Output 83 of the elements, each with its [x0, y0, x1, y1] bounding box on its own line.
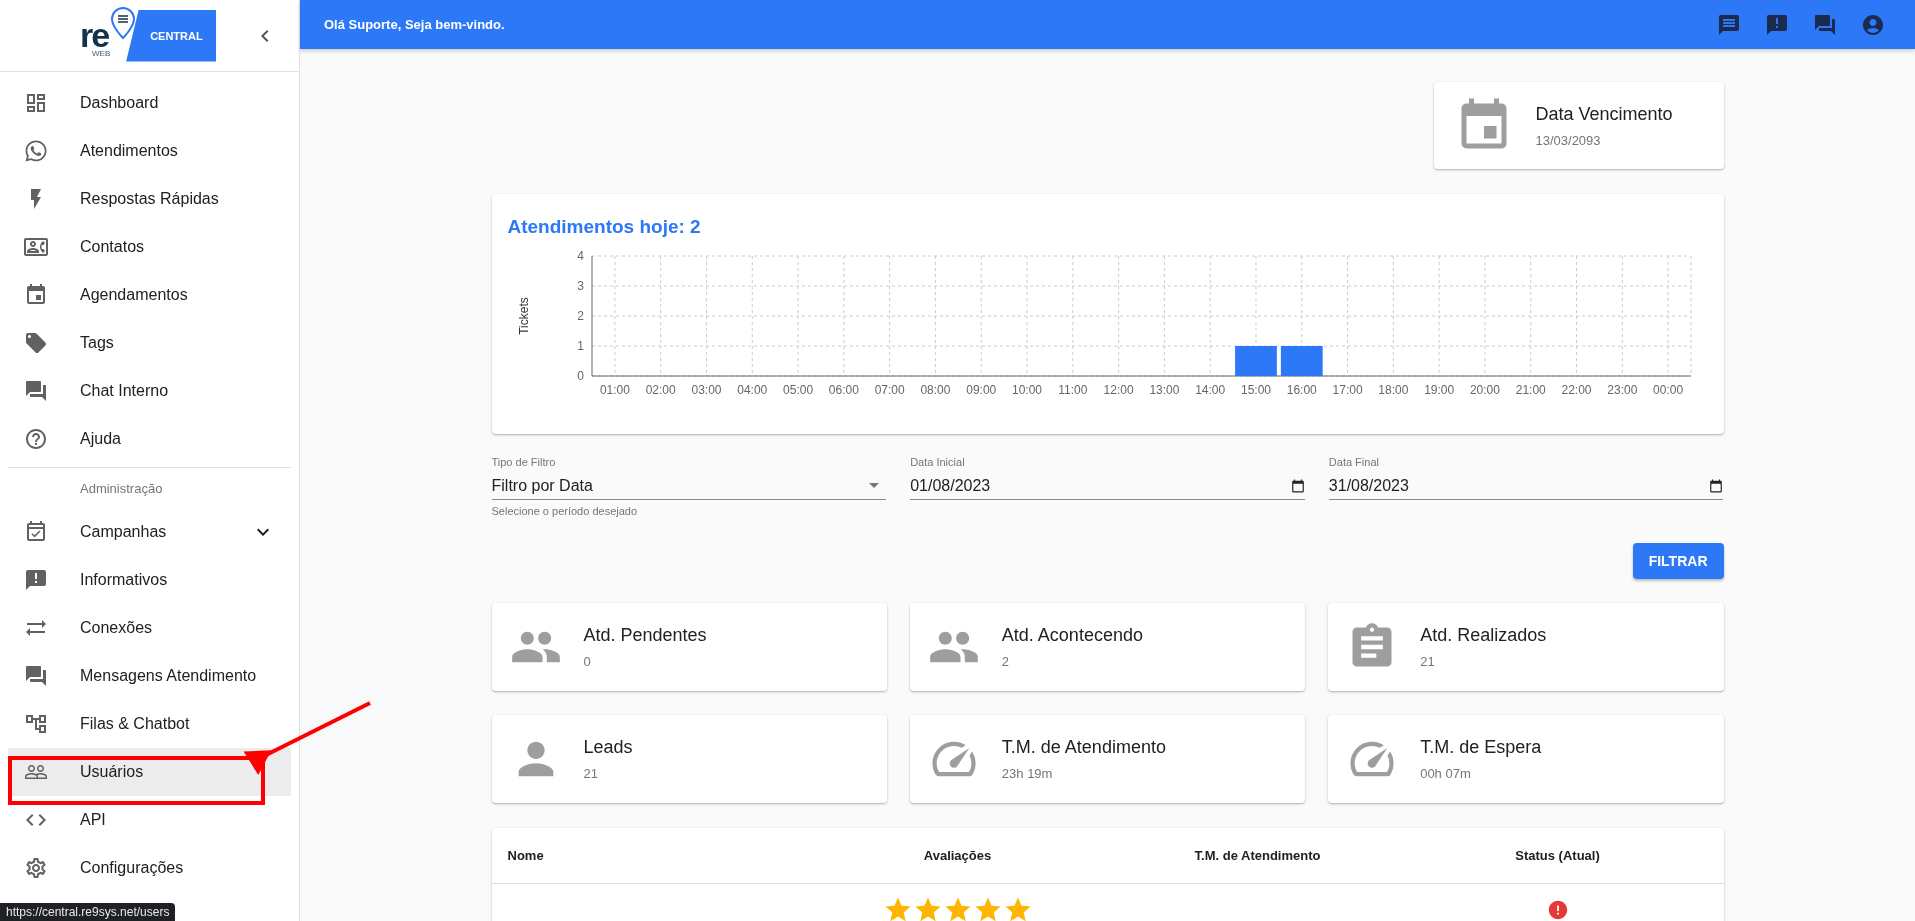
field-label: Tipo de Filtro	[491, 456, 557, 468]
exclamation-message-icon	[24, 568, 48, 592]
x-tick-label: 19:00	[1423, 383, 1454, 397]
filter-type-select[interactable]: Filtro por Data	[491, 472, 887, 500]
calendar-icon	[24, 283, 48, 307]
y-tick-label: 0	[576, 369, 584, 383]
card-title: Data Vencimento	[1535, 103, 1673, 125]
card-value: 23h 19m	[1001, 766, 1054, 781]
x-tick-label: 17:00	[1332, 383, 1363, 397]
whatsapp-icon	[24, 139, 48, 163]
chat-icon	[24, 664, 48, 688]
helper-text: Selecione o período desejado	[491, 505, 639, 517]
chart-bar	[1280, 346, 1323, 376]
y-tick-label: 1	[576, 339, 584, 353]
x-tick-label: 15:00	[1240, 383, 1271, 397]
card-value: 0	[583, 654, 592, 669]
help-icon	[24, 427, 48, 451]
chat-icon[interactable]	[1813, 12, 1837, 37]
y-tick-label: 3	[576, 279, 584, 293]
error-icon	[1546, 899, 1569, 921]
welcome-text: Olá Suporte, Seja bem-vindo.	[324, 17, 506, 32]
link-url-tooltip: https://central.re9sys.net/users	[0, 903, 176, 921]
x-tick-label: 04:00	[736, 383, 767, 397]
contact-card-icon	[24, 235, 48, 259]
y-axis-label: Tickets	[516, 297, 531, 335]
y-tick-label: 4	[576, 249, 584, 263]
field-label: Data Final	[1328, 456, 1380, 468]
card-value: 2	[1001, 654, 1011, 669]
x-tick-label: 20:00	[1469, 383, 1500, 397]
x-tick-label: 09:00	[965, 383, 996, 397]
card-value: 21	[583, 766, 599, 781]
card-title: Atd. Acontecendo	[1001, 625, 1143, 646]
pin-icon	[110, 5, 136, 40]
x-tick-label: 03:00	[690, 383, 721, 397]
x-tick-label: 06:00	[828, 383, 859, 397]
dashboard-icon	[24, 91, 48, 115]
x-tick-label: 07:00	[874, 383, 905, 397]
card-value: 13/03/2093	[1535, 132, 1602, 148]
announcement-icon[interactable]	[1765, 12, 1789, 37]
card-title: T.M. de Espera	[1420, 737, 1542, 758]
x-tick-label: 02:00	[645, 383, 676, 397]
column-header: Avaliações	[922, 848, 993, 863]
filter-button[interactable]: FILTRAR	[1632, 543, 1724, 579]
x-tick-label: 05:00	[782, 383, 813, 397]
x-tick-label: 00:00	[1652, 383, 1683, 397]
tag-icon	[24, 331, 48, 355]
x-tick-label: 22:00	[1561, 383, 1592, 397]
card-title: Leads	[583, 737, 633, 758]
date-field[interactable]: 01/08/2023	[910, 472, 1305, 500]
calendar-check-icon	[24, 520, 48, 544]
card-title: Atd. Realizados	[1420, 625, 1547, 646]
x-tick-label: 01:00	[599, 383, 630, 397]
y-tick-label: 2	[576, 309, 584, 323]
x-tick-label: 08:00	[919, 383, 950, 397]
field-label: Data Inicial	[910, 456, 966, 468]
x-tick-label: 10:00	[1011, 383, 1042, 397]
hierarchy-icon	[24, 712, 48, 736]
x-tick-label: 11:00	[1057, 383, 1087, 397]
x-tick-label: 21:00	[1515, 383, 1546, 397]
x-tick-label: 16:00	[1286, 383, 1317, 397]
x-tick-label: 23:00	[1606, 383, 1637, 397]
column-header: T.M. de Atendimento	[1193, 848, 1322, 863]
x-tick-label: 12:00	[1103, 383, 1134, 397]
date-field[interactable]: 31/08/2023	[1328, 472, 1724, 500]
calendar-icon	[1709, 478, 1724, 493]
dropdown-arrow-icon	[869, 483, 880, 488]
chat-icon	[24, 379, 48, 403]
card-title: Atd. Pendentes	[583, 625, 707, 646]
card-title: T.M. de Atendimento	[1001, 737, 1166, 758]
account-icon[interactable]	[1861, 12, 1885, 37]
settings-icon	[24, 856, 48, 880]
card-value: 21	[1420, 654, 1436, 669]
x-tick-label: 18:00	[1377, 383, 1408, 397]
column-header: Status (Atual)	[1514, 848, 1601, 863]
calendar-icon	[1290, 478, 1305, 493]
section-heading: Administração	[79, 479, 164, 498]
chart-title: Atendimentos hoje: 2	[507, 216, 702, 238]
x-tick-label: 13:00	[1148, 383, 1179, 397]
column-header: Nome	[507, 848, 545, 863]
card-value: 00h 07m	[1420, 766, 1472, 781]
message-icon[interactable]	[1717, 12, 1741, 37]
chart-bar	[1234, 346, 1277, 376]
x-tick-label: 14:00	[1194, 383, 1225, 397]
